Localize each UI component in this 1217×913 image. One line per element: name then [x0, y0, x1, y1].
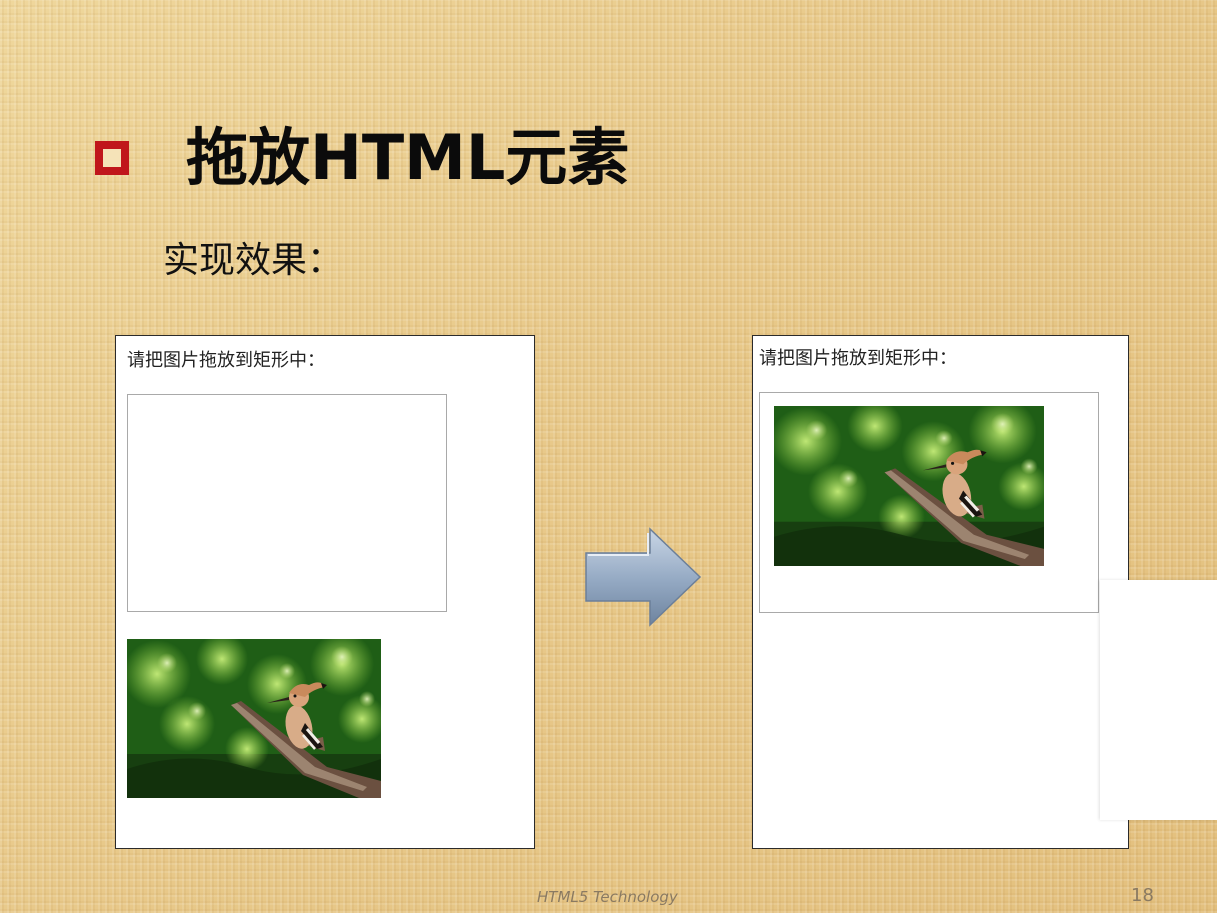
hoopoe-bird-image[interactable] [774, 406, 1044, 566]
drop-target-rectangle[interactable] [759, 392, 1099, 613]
slide-subtitle: 实现效果： [163, 240, 344, 281]
overlay-sheet [1100, 580, 1217, 820]
drop-target-rectangle[interactable] [127, 394, 447, 612]
square-bullet-icon [95, 141, 129, 175]
right-arrow-icon [585, 527, 702, 627]
drag-prompt-text: 请把图片拖放到矩形中： [759, 348, 957, 369]
slide-footer: HTML5 Technology [537, 888, 678, 906]
slide-title: 拖放HTML元素 [186, 121, 630, 194]
after-browser-panel: 请把图片拖放到矩形中： [752, 335, 1129, 849]
drag-prompt-text: 请把图片拖放到矩形中： [127, 350, 325, 371]
hoopoe-bird-image[interactable] [127, 639, 381, 798]
page-number: 18 [1131, 885, 1154, 906]
before-browser-panel: 请把图片拖放到矩形中： [115, 335, 535, 849]
